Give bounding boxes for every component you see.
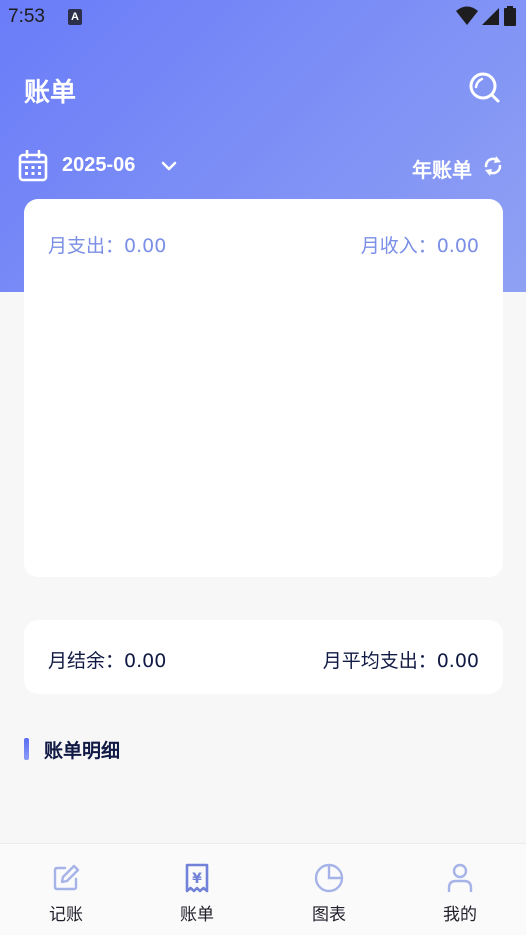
monthly-expense: 月支出：0.00 bbox=[48, 235, 167, 257]
status-bar: 7:53 A bbox=[0, 0, 526, 34]
receipt-icon: ¥ bbox=[185, 863, 209, 893]
tab-label: 图表 bbox=[312, 905, 346, 925]
tab-label: 我的 bbox=[443, 905, 477, 925]
tab-record[interactable]: 记账 bbox=[26, 862, 106, 925]
monthly-average-expense: 月平均支出：0.00 bbox=[322, 650, 479, 672]
pie-chart-icon bbox=[314, 863, 344, 893]
user-icon bbox=[447, 863, 473, 892]
chevron-down-icon[interactable] bbox=[160, 158, 178, 174]
tab-bills[interactable]: ¥ 账单 bbox=[157, 862, 237, 925]
calendar-icon[interactable] bbox=[18, 150, 48, 182]
month-label[interactable]: 2025-06 bbox=[62, 154, 135, 177]
tab-label: 账单 bbox=[180, 905, 214, 925]
monthly-summary-card: 月支出：0.00 月收入：0.00 bbox=[24, 199, 503, 577]
tab-charts[interactable]: 图表 bbox=[289, 862, 369, 925]
notification-icon: A bbox=[68, 9, 82, 25]
refresh-icon[interactable] bbox=[482, 154, 504, 178]
battery-icon bbox=[504, 6, 516, 26]
tab-label: 记账 bbox=[49, 905, 83, 925]
status-time: 7:53 bbox=[8, 6, 45, 27]
month-selector-row: 2025-06 年账单 bbox=[18, 150, 504, 186]
heading-accent-bar bbox=[24, 738, 29, 760]
monthly-balance: 月结余：0.00 bbox=[48, 650, 167, 672]
year-bill-button[interactable]: 年账单 bbox=[412, 154, 472, 183]
monthly-income: 月收入：0.00 bbox=[360, 235, 479, 257]
svg-text:¥: ¥ bbox=[192, 871, 202, 887]
page-title: 账单 bbox=[24, 78, 77, 108]
search-icon[interactable] bbox=[468, 70, 502, 104]
signal-icon bbox=[482, 8, 499, 25]
balance-card: 月结余：0.00 月平均支出：0.00 bbox=[24, 620, 503, 694]
section-title: 账单明细 bbox=[44, 740, 121, 762]
edit-icon bbox=[53, 864, 80, 891]
tab-profile[interactable]: 我的 bbox=[420, 862, 500, 925]
wifi-icon bbox=[456, 6, 478, 25]
bottom-tab-bar: 记账 ¥ 账单 图表 我的 bbox=[0, 843, 526, 935]
status-indicators bbox=[456, 6, 516, 26]
